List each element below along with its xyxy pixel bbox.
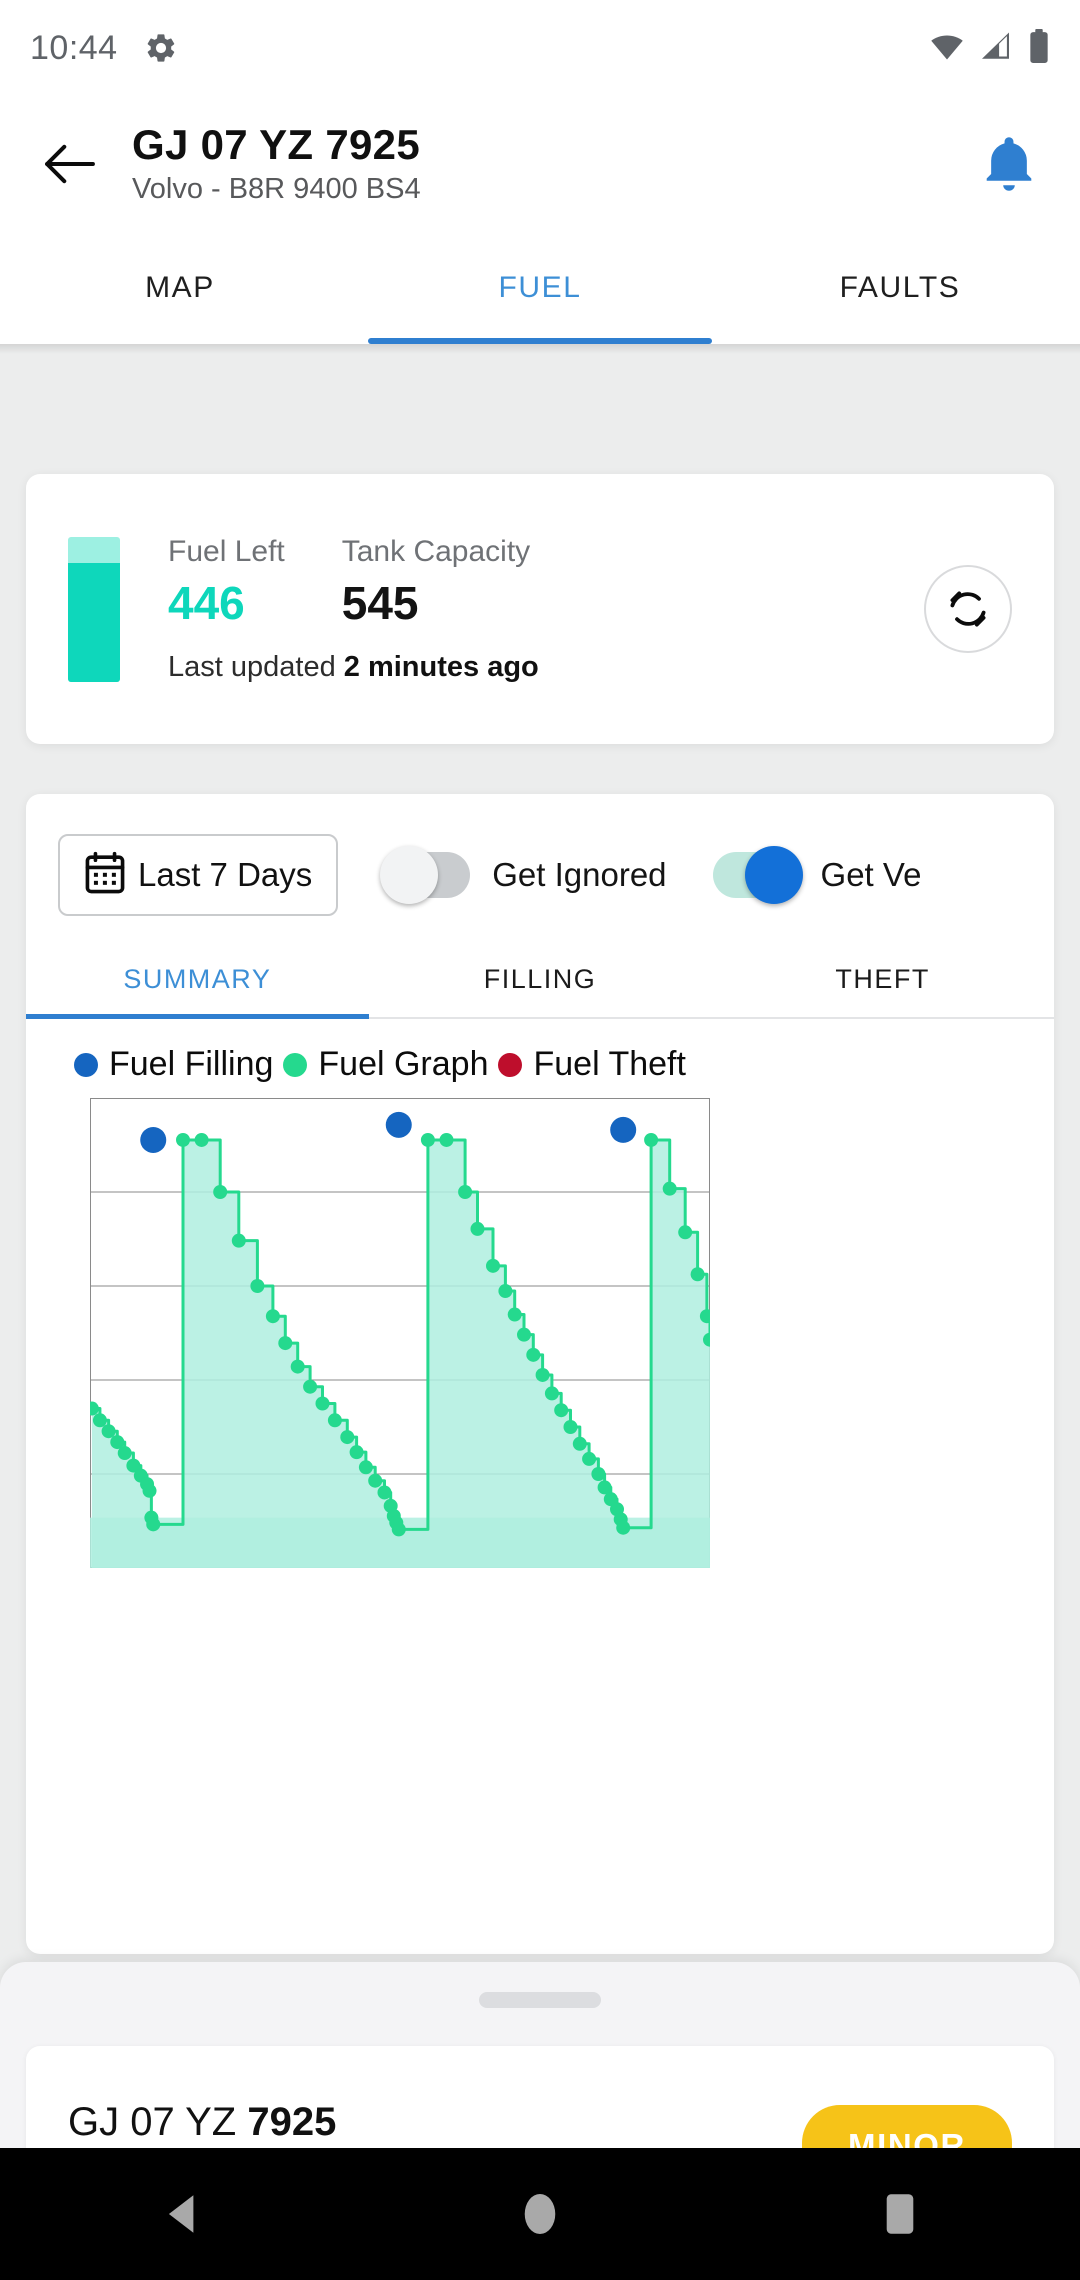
vehicle-title-block: GJ 07 YZ 7925 Volvo - B8R 9400 BS4 [132, 122, 421, 206]
vehicle-alert-plate: GJ 07 YZ 7925 [68, 2100, 376, 2145]
status-bar-clock: 10:44 [30, 28, 118, 67]
page-title: GJ 07 YZ 7925 [132, 120, 420, 168]
get-ignored-switch[interactable] [380, 846, 471, 904]
subtab-filling[interactable]: FILLING [369, 950, 712, 1017]
tank-capacity-label: Tank Capacity [341, 535, 531, 569]
get-ignored-knob [380, 846, 439, 904]
wifi-icon [928, 31, 966, 66]
get-ignored-label: Get Ignored [492, 856, 667, 893]
vehicle-alert-plate-prefix: GJ 07 YZ [68, 2099, 248, 2144]
legend-label-fuel-filling: Fuel Filling [109, 1045, 274, 1083]
subtab-summary[interactable]: SUMMARY [26, 950, 369, 1019]
toggle-get-ignored[interactable]: Get Ignored [380, 846, 667, 904]
main-tab-bar: MAP FUEL FAULTS [0, 232, 1080, 344]
legend-dot-fuel-theft [498, 1052, 523, 1077]
back-button[interactable] [34, 128, 106, 200]
last-updated-value: 2 minutes ago [343, 650, 539, 683]
graph-sub-tab-bar: SUMMARY FILLING THEFT [26, 950, 1054, 1019]
bell-icon[interactable] [972, 127, 1046, 201]
legend-label-fuel-theft: Fuel Theft [533, 1045, 686, 1083]
app-bar: GJ 07 YZ 7925 Volvo - B8R 9400 BS4 [0, 96, 1080, 232]
last-updated-prefix: Last updated [168, 650, 344, 683]
refresh-icon[interactable] [924, 565, 1012, 653]
bottom-sheet-drag-handle[interactable] [479, 1992, 601, 2008]
legend-item-fuel-filling: Fuel Filling [74, 1045, 273, 1084]
phone-screen: 10:44 GJ 07 YZ 7925 Volvo - B8R 9400 BS4… [0, 0, 1080, 2280]
gear-icon [144, 31, 178, 65]
tab-fuel[interactable]: FUEL [360, 232, 720, 344]
legend-label-fuel-graph: Fuel Graph [318, 1045, 489, 1083]
status-bar: 10:44 [0, 0, 1080, 96]
last-updated-text: Last updated 2 minutes ago [168, 651, 539, 684]
triangle-back-icon[interactable] [120, 2154, 240, 2274]
tab-map[interactable]: MAP [0, 232, 360, 344]
tab-divider [0, 344, 1080, 354]
tab-faults[interactable]: FAULTS [720, 232, 1080, 344]
date-range-label: Last 7 Days [138, 856, 313, 893]
get-verified-switch[interactable] [712, 846, 803, 904]
fuel-level-bar [68, 536, 120, 682]
legend-item-fuel-theft: Fuel Theft [498, 1045, 686, 1084]
filter-row: Last 7 Days Get Ignored Get Ve [26, 794, 1054, 916]
legend-dot-fuel-filling [74, 1052, 98, 1077]
fuel-left-stat: Fuel Left 446 [168, 534, 285, 629]
square-recents-icon[interactable] [840, 2154, 960, 2274]
fuel-level-bar-fill [68, 562, 120, 682]
fuel-left-value: 446 [168, 577, 245, 630]
cell-signal-icon [980, 31, 1014, 66]
legend-dot-fuel-graph [283, 1052, 308, 1077]
calendar-icon [84, 851, 126, 900]
battery-icon [1028, 28, 1050, 68]
subtab-theft[interactable]: THEFT [711, 950, 1054, 1017]
vehicle-model-subtitle: Volvo - B8R 9400 BS4 [132, 173, 421, 206]
tank-capacity-stat: Tank Capacity 545 [342, 534, 530, 629]
fuel-left-label: Fuel Left [168, 535, 285, 569]
get-verified-label: Get Ve [820, 856, 922, 893]
fuel-graph-card: Last 7 Days Get Ignored Get Ve SUMMARY F… [26, 794, 1054, 1954]
fuel-summary-card: Fuel Left 446 Tank Capacity 545 Last upd… [26, 474, 1054, 744]
fuel-chart[interactable] [90, 1098, 710, 1568]
legend-item-fuel-graph: Fuel Graph [283, 1045, 488, 1084]
vehicle-alert-plate-number: 7925 [247, 2099, 337, 2144]
fuel-chart-svg [90, 1098, 710, 1568]
get-verified-knob [744, 846, 803, 904]
circle-home-icon[interactable] [480, 2154, 600, 2274]
date-range-button[interactable]: Last 7 Days [58, 834, 339, 916]
status-bar-icons [928, 28, 1050, 68]
chart-legend: Fuel Filling Fuel Graph Fuel Theft [26, 1019, 1054, 1092]
fuel-stats: Fuel Left 446 Tank Capacity 545 Last upd… [168, 534, 539, 684]
android-nav-bar [0, 2148, 1080, 2280]
toggle-get-verified[interactable]: Get Ve [712, 846, 922, 904]
tank-capacity-value: 545 [341, 577, 419, 630]
